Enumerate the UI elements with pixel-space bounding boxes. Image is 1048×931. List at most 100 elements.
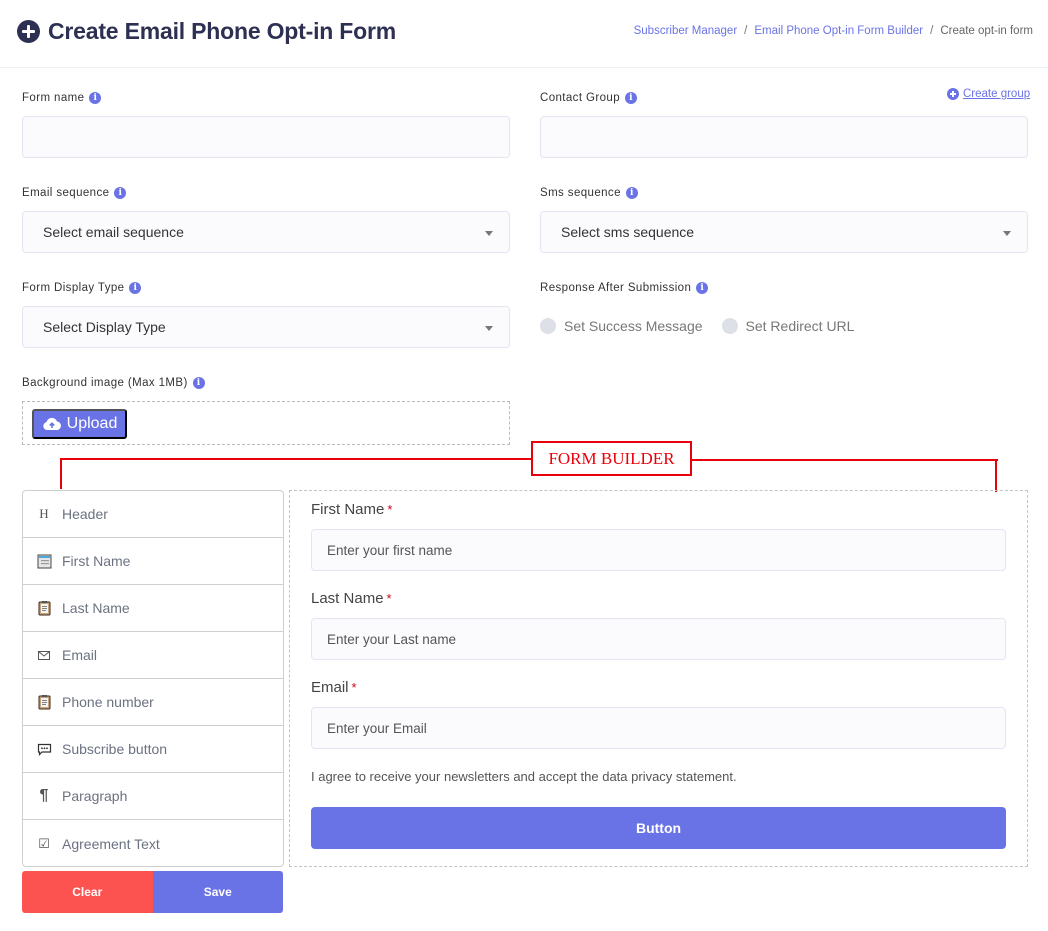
caret-down-icon	[485, 231, 493, 236]
palette-item-label: Paragraph	[62, 788, 128, 804]
preview-label-text: Email	[311, 679, 349, 696]
contact-group-input[interactable]	[540, 116, 1028, 158]
email-sequence-label-text: Email sequence	[22, 187, 110, 199]
form-name-input[interactable]	[22, 116, 510, 158]
palette-item-first-name[interactable]: First Name	[23, 538, 283, 585]
email-sequence-value: Select email sequence	[43, 224, 184, 240]
info-icon[interactable]: i	[129, 282, 142, 294]
upload-button[interactable]: Upload	[32, 409, 127, 439]
info-icon[interactable]: i	[625, 92, 637, 104]
preview-first-name-label: First Name *	[311, 501, 392, 518]
upload-label: Upload	[66, 415, 118, 432]
annotation-line	[995, 459, 997, 492]
annotation-line	[60, 458, 533, 460]
required-asterisk: *	[351, 680, 357, 695]
palette-item-header[interactable]: H Header	[23, 491, 283, 538]
breadcrumb-separator: /	[744, 25, 748, 37]
annotation-line	[60, 458, 62, 489]
preview-email-label: Email *	[311, 679, 357, 696]
palette-item-last-name[interactable]: Last Name	[23, 585, 283, 632]
page-title: Create Email Phone Opt-in Form	[17, 18, 396, 45]
form-name-label: Form name i	[22, 91, 102, 105]
background-image-field: Background image (Max 1MB) i	[22, 376, 205, 390]
breadcrumb-subscriber-manager[interactable]: Subscriber Manager	[634, 25, 738, 37]
palette-item-label: Header	[62, 506, 108, 522]
info-icon[interactable]: i	[696, 282, 709, 294]
palette-item-label: First Name	[62, 553, 131, 569]
display-type-select[interactable]: Select Display Type	[22, 306, 510, 348]
text-field-icon	[36, 554, 52, 569]
clipboard-icon	[36, 694, 52, 710]
radio-redirect-url[interactable]: Set Redirect URL	[721, 318, 855, 334]
info-icon[interactable]: i	[192, 377, 205, 389]
sms-sequence-label: Sms sequence i	[540, 186, 638, 200]
upload-dropzone[interactable]: Upload	[22, 401, 510, 445]
speech-bubble-icon	[36, 743, 52, 756]
radio-success-message[interactable]: Set Success Message	[540, 318, 703, 334]
palette-item-label: Subscribe button	[62, 741, 168, 757]
page-header: Create Email Phone Opt-in Form Subscribe…	[0, 0, 1048, 68]
palette-item-paragraph[interactable]: ¶ Paragraph	[23, 773, 283, 820]
palette-item-agreement-text[interactable]: ☑ Agreement Text	[23, 820, 283, 866]
plus-circle-icon	[17, 20, 40, 43]
required-asterisk: *	[386, 591, 392, 606]
radio-circle[interactable]	[721, 318, 738, 334]
palette-item-label: Agreement Text	[62, 835, 160, 852]
contact-group-field: Contact Group i	[540, 91, 1028, 158]
preview-submit-button[interactable]: Button	[311, 807, 1006, 849]
required-asterisk: *	[387, 502, 393, 517]
palette-item-subscribe-button[interactable]: Subscribe button	[23, 726, 283, 773]
preview-last-name-label: Last Name *	[311, 590, 392, 607]
create-group-link[interactable]: Create group	[947, 88, 1030, 100]
display-type-field: Form Display Type i Select Display Type	[22, 281, 510, 348]
preview-first-name-input[interactable]: Enter your first name	[311, 529, 1006, 571]
form-name-label-text: Form name	[22, 92, 85, 104]
display-type-label: Form Display Type i	[22, 281, 142, 295]
palette-item-label: Email	[62, 647, 98, 663]
checkbox-icon: ☑	[38, 835, 50, 851]
radio-success-message-label: Set Success Message	[564, 318, 703, 334]
clear-button[interactable]: Clear	[22, 871, 153, 913]
form-preview[interactable]: First Name * Enter your first name Last N…	[289, 490, 1028, 867]
response-label-text: Response After Submission	[540, 282, 692, 294]
background-image-label: Background image (Max 1MB) i	[22, 376, 205, 390]
email-sequence-field: Email sequence i Select email sequence	[22, 186, 510, 253]
envelope-icon	[36, 650, 52, 660]
annotation-line	[690, 459, 998, 461]
preview-label-text: First Name	[311, 501, 385, 518]
breadcrumb-form-builder[interactable]: Email Phone Opt-in Form Builder	[754, 25, 923, 37]
save-button[interactable]: Save	[152, 871, 283, 913]
sms-sequence-field: Sms sequence i Select sms sequence	[540, 186, 1028, 253]
sms-sequence-select[interactable]: Select sms sequence	[540, 211, 1028, 253]
info-icon[interactable]: i	[114, 187, 127, 199]
breadcrumb-current: Create opt-in form	[940, 25, 1033, 37]
display-type-label-text: Form Display Type	[22, 282, 125, 294]
info-icon[interactable]: i	[89, 92, 102, 104]
email-sequence-select[interactable]: Select email sequence	[22, 211, 510, 253]
radio-circle[interactable]	[540, 318, 556, 334]
contact-group-label-text: Contact Group	[540, 92, 620, 104]
palette-item-phone-number[interactable]: Phone number	[23, 679, 283, 726]
breadcrumb-separator: /	[930, 25, 934, 37]
preview-agreement-text: I agree to receive your newsletters and …	[311, 769, 737, 784]
palette-item-label: Phone number	[62, 694, 154, 710]
builder-actions: Clear Save	[22, 871, 283, 913]
plus-circle-icon	[947, 88, 959, 100]
display-type-value: Select Display Type	[43, 319, 166, 335]
response-radio-group: Set Success Message Set Redirect URL	[540, 318, 873, 334]
contact-group-label: Contact Group i	[540, 91, 637, 105]
form-name-field: Form name i	[22, 91, 510, 158]
sms-sequence-value: Select sms sequence	[561, 224, 695, 240]
clipboard-icon	[36, 600, 52, 616]
caret-down-icon	[485, 326, 493, 331]
preview-label-text: Last Name	[311, 590, 384, 607]
info-icon[interactable]: i	[625, 187, 638, 199]
palette-item-email[interactable]: Email	[23, 632, 283, 679]
heading-icon: H	[39, 506, 49, 521]
preview-email-input[interactable]: Enter your Email	[311, 707, 1006, 749]
pilcrow-icon: ¶	[39, 787, 49, 804]
breadcrumb: Subscriber Manager / Email Phone Opt-in …	[634, 25, 1033, 37]
radio-redirect-url-label: Set Redirect URL	[745, 318, 855, 334]
preview-last-name-input[interactable]: Enter your Last name	[311, 618, 1006, 660]
background-image-label-text: Background image (Max 1MB)	[22, 377, 188, 389]
